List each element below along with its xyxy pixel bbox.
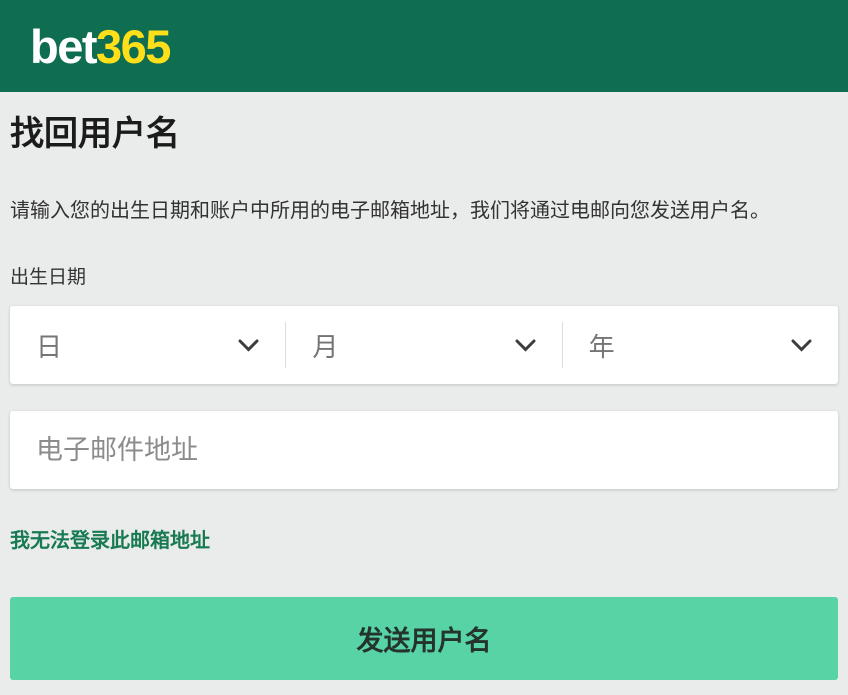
instructions-text: 请输入您的出生日期和账户中所用的电子邮箱地址，我们将通过电邮向您发送用户名。 xyxy=(10,198,838,224)
year-select-value: 年 xyxy=(589,327,615,364)
day-select-value: 日 xyxy=(36,327,62,364)
cant-access-email-link[interactable]: 我无法登录此邮箱地址 xyxy=(10,529,210,553)
chevron-down-icon xyxy=(791,339,812,352)
month-select-value: 月 xyxy=(312,327,338,364)
page-title: 找回用户名 xyxy=(10,113,838,155)
app-header: bet365 xyxy=(0,0,848,92)
bet365-logo: bet365 xyxy=(30,23,170,70)
logo-text-365: 365 xyxy=(96,20,170,73)
month-select[interactable]: 月 xyxy=(286,306,561,384)
email-card xyxy=(10,411,838,489)
send-username-button[interactable]: 发送用户名 xyxy=(10,597,838,680)
main-content: 找回用户名 请输入您的出生日期和账户中所用的电子邮箱地址，我们将通过电邮向您发送… xyxy=(0,113,848,680)
chevron-down-icon xyxy=(238,339,259,352)
logo-text-bet: bet xyxy=(30,20,96,73)
dob-card: 日 月 年 xyxy=(10,306,838,384)
year-select[interactable]: 年 xyxy=(563,306,838,384)
day-select[interactable]: 日 xyxy=(10,306,285,384)
dob-section-label: 出生日期 xyxy=(10,266,838,290)
email-input[interactable] xyxy=(10,411,838,489)
chevron-down-icon xyxy=(515,339,536,352)
